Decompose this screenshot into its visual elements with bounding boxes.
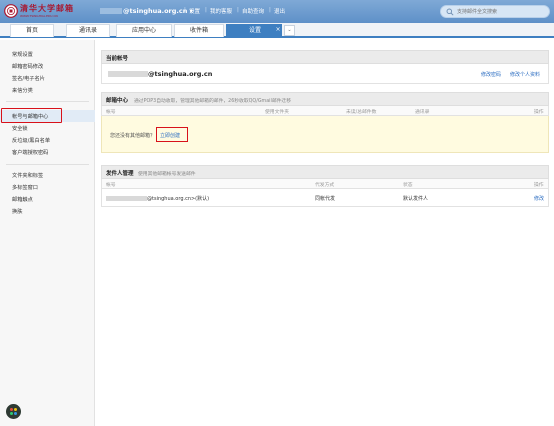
sidebar-item-touchpoint[interactable]: 邮箱触点 [12, 196, 33, 203]
sender-table-row: @tsinghua.org.cn>(默认) 同帐代发 默认发件人 修改 [101, 189, 549, 207]
column-header-contacts: 通讯录 [415, 110, 430, 115]
sender-mgmt-title: 发件人管理 [106, 171, 134, 177]
tab-close-icon[interactable]: × [274, 24, 282, 36]
app-launcher-icon[interactable] [6, 404, 21, 419]
current-account-title: 当前帐号 [106, 56, 129, 62]
mail-center-table-head: 帐号 使用文件夹 未读/总邮件数 通讯录 操作 [101, 106, 549, 116]
nav-self-service-link[interactable]: 自助查询 [242, 7, 264, 15]
sidebar-item-client-password[interactable]: 客户端授权密码 [12, 149, 48, 156]
sidebar-item-multi-tab[interactable]: 多标签窗口 [12, 184, 38, 191]
sender-method: 同帐代发 [315, 196, 336, 202]
nav-my-support-link[interactable]: 我的客服 [210, 7, 232, 15]
highlight-box-create [156, 127, 188, 142]
redacted-username [106, 196, 147, 201]
current-account-body: @tsinghua.org.cn 修改密码 修改个人资料 [101, 64, 549, 84]
change-password-link[interactable]: 修改密码 [481, 71, 501, 78]
account-email-domain: @tsinghua.org.cn [123, 7, 188, 15]
column-header-account: 帐号 [106, 110, 116, 115]
sender-status: 默认发件人 [403, 196, 429, 202]
tab-home[interactable]: 首页 [10, 24, 54, 37]
column-header-method: 代发方式 [315, 183, 335, 188]
column-header-account: 帐号 [106, 183, 116, 188]
tab-app-center[interactable]: 应用中心 [116, 24, 172, 37]
account-email[interactable]: @tsinghua.org.cn ▾ [100, 7, 193, 15]
grid-dots-icon [10, 408, 17, 415]
current-account-email: @tsinghua.org.cn [108, 70, 212, 78]
sidebar-item-password[interactable]: 邮箱密码修改 [12, 63, 43, 70]
nav-separator: | [237, 7, 239, 13]
column-header-folder: 使用文件夹 [265, 110, 289, 115]
sidebar-item-antispam[interactable]: 反垃圾/黑白名单 [12, 137, 50, 144]
column-header-action: 操作 [534, 183, 544, 188]
logo-text-en: WWW.TSINGHUA.EDU.CN [20, 14, 58, 18]
nav-separator: | [269, 7, 271, 13]
sidebar-divider [6, 101, 89, 102]
sidebar-item-general[interactable]: 常规设置 [12, 51, 33, 58]
current-account-header: 当前帐号 [101, 50, 549, 64]
sidebar-item-security-lock[interactable]: 安全锁 [12, 125, 28, 132]
column-header-status: 状态 [403, 183, 413, 188]
highlight-box-sidebar [1, 108, 62, 123]
sender-table-head: 帐号 代发方式 状态 操作 [101, 179, 549, 189]
mail-center-title: 邮箱中心 [106, 98, 129, 104]
empty-state-text: 您还没有其他邮箱？ [110, 133, 156, 139]
sender-email-text: @tsinghua.org.cn>(默认) [147, 196, 210, 202]
settings-sidebar [0, 40, 95, 426]
tab-settings-label: 设置 [249, 27, 262, 34]
sender-mgmt-desc: 使用其他邮箱帐号发送邮件 [138, 171, 196, 177]
tab-inbox[interactable]: 收件箱 [174, 24, 224, 37]
sidebar-item-mail-rules[interactable]: 来信分类 [12, 87, 33, 94]
sidebar-item-skin[interactable]: 换肤 [12, 208, 22, 215]
sidebar-divider [6, 164, 89, 165]
column-header-action: 操作 [534, 110, 544, 115]
nav-logout-link[interactable]: 退出 [274, 7, 285, 15]
tab-more-dropdown[interactable]: ⌄ [284, 25, 295, 36]
nav-separator: | [205, 7, 207, 13]
mail-center-desc: 通过POP3自动收取，管理其他邮箱的邮件，26秒收取QQ/Gmail邮件迁移 [134, 98, 292, 104]
sender-edit-link[interactable]: 修改 [534, 195, 544, 202]
redacted-username [100, 8, 122, 14]
sender-email: @tsinghua.org.cn>(默认) [106, 195, 209, 202]
nav-separator: | [184, 7, 186, 13]
search-input[interactable] [457, 7, 547, 17]
search-box[interactable] [440, 5, 550, 18]
tab-bar: 首页 通讯录 应用中心 收件箱 设置 × ⌄ [0, 23, 554, 38]
mail-center-header: 邮箱中心 通过POP3自动收取，管理其他邮箱的邮件，26秒收取QQ/Gmail邮… [101, 92, 549, 106]
current-account-email-domain: @tsinghua.org.cn [148, 70, 213, 78]
logo-text-cn: 清华大学邮箱 [20, 3, 74, 13]
sender-mgmt-header: 发件人管理 使用其他邮箱帐号发送邮件 [101, 165, 549, 179]
tab-contacts[interactable]: 通讯录 [66, 24, 110, 37]
nav-settings-link[interactable]: 设置 [189, 7, 200, 15]
column-header-unread: 未读/总邮件数 [346, 110, 377, 115]
edit-profile-link[interactable]: 修改个人资料 [510, 71, 540, 78]
redacted-username [108, 71, 148, 77]
top-header: 清华大学邮箱 WWW.TSINGHUA.EDU.CN @tsinghua.org… [0, 0, 554, 23]
sidebar-item-folders[interactable]: 文件夹和标签 [12, 172, 43, 179]
sidebar-item-signature[interactable]: 签名/电子名片 [12, 75, 45, 82]
tsinghua-logo[interactable]: 清华大学邮箱 WWW.TSINGHUA.EDU.CN [4, 3, 73, 20]
search-icon[interactable] [446, 8, 454, 16]
tsinghua-seal-icon [4, 4, 18, 18]
